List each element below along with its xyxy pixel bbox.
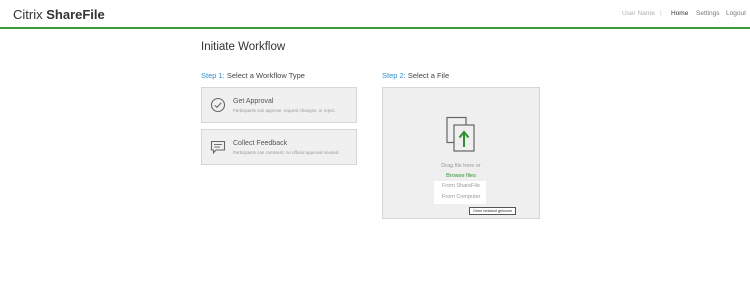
logo-prefix: Citrix [13, 7, 43, 22]
approval-check-icon [210, 97, 226, 113]
step1-heading: Step 1: Select a Workflow Type [201, 71, 305, 80]
browse-files-link[interactable]: Browse files [383, 173, 539, 179]
menu-item-from-computer[interactable]: From Computer [434, 192, 486, 203]
menu-item-from-sharefile[interactable]: From ShareFile [434, 181, 486, 192]
get-approval-description: Participants can approve, request change… [233, 107, 336, 113]
browse-source-menu: From ShareFile From Computer [434, 181, 486, 204]
get-approval-title: Get Approval [233, 98, 274, 105]
logo-suffix: ShareFile [46, 7, 105, 22]
nav-settings-link[interactable]: Settings [696, 10, 720, 17]
drag-file-text: Drag file here or [441, 163, 481, 169]
nav-separator: | [660, 10, 662, 17]
collect-feedback-title: Collect Feedback [233, 140, 288, 147]
top-bar: Citrix ShareFile User Name | Home Settin… [0, 0, 750, 29]
nav-logout-link[interactable]: Logout [726, 10, 746, 17]
citrix-sharefile-logo[interactable]: Citrix ShareFile [13, 7, 105, 22]
step1-label: Select a Workflow Type [226, 71, 305, 80]
step2-label: Select a File [407, 71, 450, 80]
user-name-link[interactable]: User Name [622, 10, 655, 17]
upload-files-icon [446, 116, 475, 152]
comment-icon [210, 140, 226, 155]
file-input-tooltip: Geen bestand gekozen [469, 207, 517, 215]
step2-number: Step 2: [382, 71, 406, 80]
get-approval-option[interactable]: Get Approval Participants can approve, r… [201, 87, 357, 123]
step1-number: Step 1: [201, 71, 225, 80]
page-title: Initiate Workflow [201, 41, 286, 53]
file-drop-zone[interactable]: Drag file here or Browse files From Shar… [382, 87, 540, 219]
collect-feedback-description: Participants can comment; no official ap… [233, 149, 340, 155]
nav-home-link[interactable]: Home [671, 10, 688, 17]
step2-heading: Step 2: Select a File [382, 71, 449, 80]
collect-feedback-option[interactable]: Collect Feedback Participants can commen… [201, 129, 357, 165]
